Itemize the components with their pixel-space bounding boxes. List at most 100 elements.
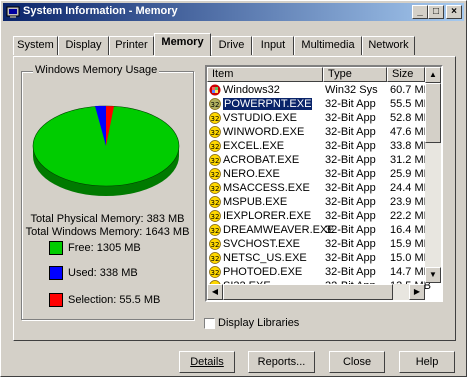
svg-text:32: 32 <box>211 143 220 151</box>
used-legend-swatch <box>49 266 63 280</box>
help-button-label: Help <box>415 356 439 368</box>
row-item-name: POWERPNT.EXE <box>221 97 314 111</box>
row-item-type: 32-Bit App <box>325 168 376 180</box>
system-info-icon <box>6 6 20 18</box>
help-button[interactable]: Help <box>399 351 455 373</box>
close-window-button[interactable]: × <box>446 5 462 19</box>
scroll-down-arrow-icon[interactable]: ▼ <box>425 267 441 283</box>
column-header-item[interactable]: Item <box>207 67 323 82</box>
tab-input[interactable]: Input <box>252 36 294 55</box>
close-button[interactable]: Close <box>329 351 385 373</box>
svg-text:32: 32 <box>211 241 220 249</box>
details-button[interactable]: Details <box>179 351 235 373</box>
app-icon: 32 <box>209 238 221 250</box>
used-legend-label: Used: 338 MB <box>68 267 138 279</box>
close-button-label: Close <box>342 356 372 368</box>
row-item-type: 32-Bit App <box>325 140 376 152</box>
minimize-button[interactable]: _ <box>412 5 428 19</box>
app-icon: 32 <box>209 266 221 278</box>
title-bar: System Information - Memory _ □ × <box>3 3 464 21</box>
row-item-type: 32-Bit App <box>325 224 376 236</box>
windows-icon <box>209 84 221 96</box>
app-icon: 32 <box>209 252 221 264</box>
display-libraries-label[interactable]: Display Libraries <box>218 317 299 329</box>
reports-button[interactable]: Reports... <box>248 351 315 373</box>
table-row[interactable]: 32 ACROBAT.EXE 32-Bit App 31.2 MB <box>207 153 431 167</box>
reports-button-label: Reports... <box>257 356 306 368</box>
table-row[interactable]: 32 POWERPNT.EXE 32-Bit App 55.5 MB <box>207 97 431 111</box>
svg-text:32: 32 <box>211 171 220 179</box>
total-physical-memory: Total Physical Memory: 383 MB <box>30 213 185 225</box>
row-item-type: 32-Bit App <box>325 98 376 110</box>
table-row[interactable]: Windows32 Win32 Sys 60.7 MB <box>207 83 431 97</box>
row-item-name: NERO.EXE <box>223 168 280 180</box>
table-row[interactable]: 32 DREAMWEAVER.EXE 32-Bit App 16.4 MB <box>207 223 431 237</box>
row-item-type: Win32 Sys <box>325 84 378 96</box>
app-icon: 32 <box>209 112 221 124</box>
table-row[interactable]: 32 EXCEL.EXE 32-Bit App 33.8 MB <box>207 139 431 153</box>
column-header-type[interactable]: Type <box>323 67 387 82</box>
row-item-type: 32-Bit App <box>325 238 376 250</box>
app-icon: 32 <box>209 98 221 110</box>
details-button-label: Details <box>190 356 224 368</box>
selection-legend-label: Selection: 55.5 MB <box>68 294 161 306</box>
scroll-left-arrow-icon[interactable]: ◀ <box>207 284 223 300</box>
svg-text:32: 32 <box>211 101 220 109</box>
memory-pie-chart <box>32 105 180 196</box>
table-row[interactable]: 32 VSTUDIO.EXE 32-Bit App 52.8 MB <box>207 111 431 125</box>
vertical-scroll-thumb[interactable] <box>425 83 441 143</box>
memory-window: System Information - Memory _ □ × System… <box>0 0 467 377</box>
vertical-scrollbar[interactable]: ▲ ▼ <box>425 67 441 283</box>
row-item-type: 32-Bit App <box>325 252 376 264</box>
svg-text:32: 32 <box>211 115 220 123</box>
tab-system[interactable]: System <box>13 36 58 55</box>
maximize-button[interactable]: □ <box>428 5 444 19</box>
column-header-size[interactable]: Size <box>387 67 425 82</box>
table-row[interactable]: 32 MSACCESS.EXE 32-Bit App 24.4 MB <box>207 181 431 195</box>
app-icon: 32 <box>209 126 221 138</box>
row-item-type: 32-Bit App <box>325 266 376 278</box>
svg-text:32: 32 <box>211 213 220 221</box>
tab-multimedia[interactable]: Multimedia <box>294 36 362 55</box>
table-row[interactable]: 32 PHOTOED.EXE 32-Bit App 14.7 MB <box>207 265 431 279</box>
svg-text:32: 32 <box>211 185 220 193</box>
row-item-name: MSACCESS.EXE <box>223 182 310 194</box>
app-icon: 32 <box>209 224 221 236</box>
row-item-type: 32-Bit App <box>325 112 376 124</box>
free-legend-label: Free: 1305 MB <box>68 242 141 254</box>
tab-display[interactable]: Display <box>58 36 109 55</box>
row-item-name: IEXPLORER.EXE <box>223 210 312 222</box>
total-windows-memory: Total Windows Memory: 1643 MB <box>25 226 190 238</box>
table-row[interactable]: 32 NERO.EXE 32-Bit App 25.9 MB <box>207 167 431 181</box>
row-item-name: EXCEL.EXE <box>223 140 285 152</box>
display-libraries-checkbox[interactable] <box>204 318 215 329</box>
process-list[interactable]: Item Type Size Windows32 Win32 Sys 60.7 MB… <box>205 65 443 302</box>
row-item-name: MSPUB.EXE <box>223 196 288 208</box>
table-row[interactable]: 32 IEXPLORER.EXE 32-Bit App 22.2 MB <box>207 209 431 223</box>
tab-printer[interactable]: Printer <box>109 36 154 55</box>
tab-memory[interactable]: Memory <box>154 33 211 56</box>
row-item-type: 32-Bit App <box>325 182 376 194</box>
app-icon: 32 <box>209 154 221 166</box>
horizontal-scrollbar[interactable]: ◀ ▶ <box>207 284 425 300</box>
row-item-name: ACROBAT.EXE <box>223 154 300 166</box>
table-row[interactable]: 32 NETSC_US.EXE 32-Bit App 15.0 MB <box>207 251 431 265</box>
tab-drive[interactable]: Drive <box>211 36 252 55</box>
tab-network[interactable]: Network <box>362 36 415 55</box>
svg-text:32: 32 <box>211 129 220 137</box>
table-row[interactable]: 32 SVCHOST.EXE 32-Bit App 15.9 MB <box>207 237 431 251</box>
app-icon: 32 <box>209 182 221 194</box>
svg-text:32: 32 <box>211 255 220 263</box>
row-item-type: 32-Bit App <box>325 154 376 166</box>
svg-text:32: 32 <box>211 157 220 165</box>
row-item-name: VSTUDIO.EXE <box>223 112 297 124</box>
memory-usage-group-title: Windows Memory Usage <box>33 64 160 76</box>
scroll-right-arrow-icon[interactable]: ▶ <box>409 284 425 300</box>
horizontal-scroll-thumb[interactable] <box>223 284 393 300</box>
row-item-type: 32-Bit App <box>325 126 376 138</box>
row-item-name: NETSC_US.EXE <box>223 252 307 264</box>
table-row[interactable]: 32 WINWORD.EXE 32-Bit App 47.6 MB <box>207 125 431 139</box>
table-row[interactable]: 32 MSPUB.EXE 32-Bit App 23.9 MB <box>207 195 431 209</box>
scroll-up-arrow-icon[interactable]: ▲ <box>425 67 441 83</box>
row-item-type: 32-Bit App <box>325 210 376 222</box>
